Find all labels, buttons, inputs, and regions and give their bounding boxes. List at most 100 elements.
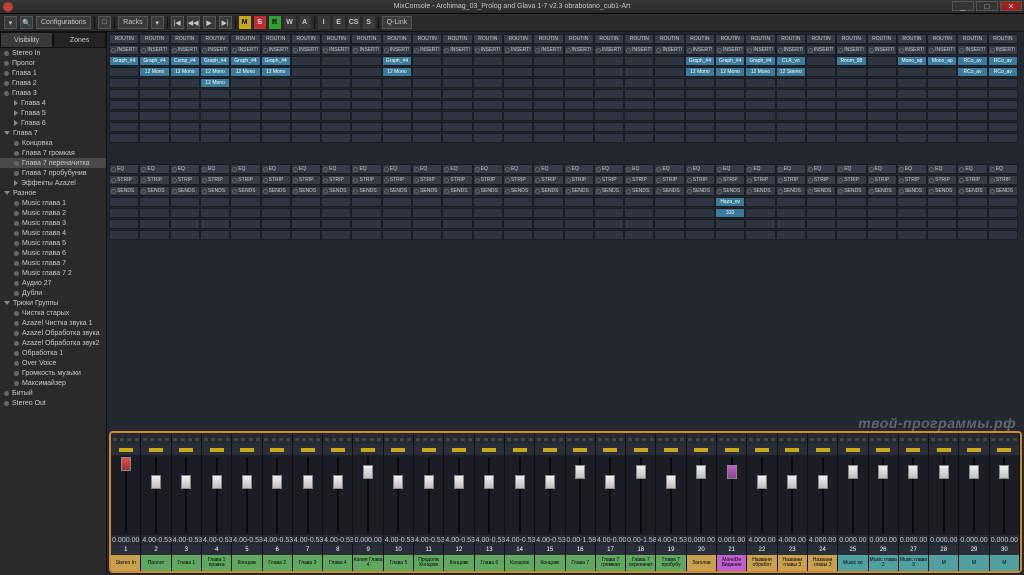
insert-slot[interactable] <box>564 67 594 77</box>
pan-control[interactable] <box>717 445 746 455</box>
search-button[interactable]: 🔍 <box>20 16 33 29</box>
channel-name[interactable]: М <box>959 555 988 571</box>
send-slot[interactable] <box>806 197 836 207</box>
inserts-header[interactable]: INSERT! <box>624 45 654 55</box>
routing-header[interactable]: ROUTIN <box>412 34 442 44</box>
insert-slot-empty[interactable] <box>594 100 624 110</box>
send-slot-empty[interactable] <box>867 219 897 229</box>
pan-control[interactable] <box>263 445 292 455</box>
inserts-header[interactable]: INSERT! <box>836 45 866 55</box>
insert-slot-empty[interactable] <box>382 89 412 99</box>
inserts-header[interactable]: INSERT! <box>867 45 897 55</box>
fader-handle[interactable] <box>818 475 828 489</box>
send-slot-empty[interactable] <box>351 219 381 229</box>
channel-name[interactable]: Music глава 3 <box>899 555 928 571</box>
insert-slot-empty[interactable] <box>564 122 594 132</box>
fader-handle[interactable] <box>181 475 191 489</box>
strip-header[interactable]: STRIP <box>533 175 563 185</box>
fader[interactable] <box>232 455 261 535</box>
eq-header[interactable]: EQ <box>442 164 472 174</box>
send-slot-empty[interactable] <box>594 219 624 229</box>
insert-slot-empty[interactable] <box>927 111 957 121</box>
channel-name[interactable]: Глава 1 <box>172 555 201 571</box>
eq-header[interactable]: EQ <box>382 164 412 174</box>
send-slot-empty[interactable] <box>139 230 169 240</box>
inserts-header[interactable]: INSERT! <box>109 45 139 55</box>
channel-name[interactable]: Music глава 2 <box>869 555 898 571</box>
pan-control[interactable] <box>111 445 140 455</box>
insert-slot[interactable]: 12 Mono <box>139 67 169 77</box>
insert-slot[interactable] <box>442 56 472 66</box>
insert-slot-empty[interactable] <box>412 111 442 121</box>
insert-slot-empty[interactable] <box>200 111 230 121</box>
fader-handle[interactable] <box>939 465 949 479</box>
insert-slot[interactable] <box>503 56 533 66</box>
send-slot-empty[interactable] <box>291 219 321 229</box>
insert-slot-empty[interactable] <box>897 111 927 121</box>
fader-handle[interactable] <box>575 465 585 479</box>
eq-header[interactable]: EQ <box>321 164 351 174</box>
eq-header[interactable]: EQ <box>139 164 169 174</box>
sends-header[interactable]: SENDS <box>806 186 836 196</box>
channel-name[interactable]: Концовк <box>505 555 534 571</box>
send-slot[interactable] <box>412 197 442 207</box>
track-item[interactable]: Azazel Обработка звук2 <box>0 338 106 348</box>
strip-header[interactable]: STRIP <box>321 175 351 185</box>
fader-handle[interactable] <box>121 457 131 471</box>
routing-header[interactable]: ROUTIN <box>836 34 866 44</box>
configurations-button[interactable]: Configurations <box>36 16 91 29</box>
channel-controls[interactable] <box>141 433 170 445</box>
send-slot-empty[interactable] <box>897 230 927 240</box>
insert-slot-empty[interactable] <box>836 122 866 132</box>
insert-slot[interactable] <box>170 78 200 88</box>
insert-slot-empty[interactable] <box>321 89 351 99</box>
channel-controls[interactable] <box>172 433 201 445</box>
strip-header[interactable]: STRIP <box>685 175 715 185</box>
send-slot-empty[interactable] <box>412 230 442 240</box>
send-slot-empty[interactable] <box>382 219 412 229</box>
insert-slot-empty[interactable] <box>109 100 139 110</box>
track-item[interactable]: Глава 4 <box>0 98 106 108</box>
sends-header[interactable]: SENDS <box>836 186 866 196</box>
send-slot-empty[interactable] <box>867 230 897 240</box>
insert-slot-empty[interactable] <box>321 111 351 121</box>
insert-slot-empty[interactable] <box>170 111 200 121</box>
send-slot[interactable] <box>139 208 169 218</box>
sends-header[interactable]: SENDS <box>291 186 321 196</box>
insert-slot-empty[interactable] <box>412 100 442 110</box>
channel-name[interactable]: Концовк <box>232 555 261 571</box>
eq-header[interactable]: EQ <box>564 164 594 174</box>
fader-handle[interactable] <box>908 465 918 479</box>
channel-name[interactable]: Глава 4 <box>323 555 352 571</box>
eq-header[interactable]: EQ <box>897 164 927 174</box>
send-slot[interactable] <box>230 197 260 207</box>
track-item[interactable]: Music глава 6 <box>0 248 106 258</box>
routing-header[interactable]: ROUTIN <box>594 34 624 44</box>
insert-slot[interactable] <box>473 67 503 77</box>
fader[interactable] <box>899 455 928 535</box>
insert-slot-empty[interactable] <box>624 89 654 99</box>
track-item[interactable]: Глава 7 <box>0 128 106 138</box>
insert-slot-empty[interactable] <box>594 122 624 132</box>
fader[interactable] <box>263 455 292 535</box>
send-slot[interactable] <box>170 197 200 207</box>
strip-header[interactable]: STRIP <box>109 175 139 185</box>
pan-control[interactable] <box>293 445 322 455</box>
insert-slot-empty[interactable] <box>776 122 806 132</box>
send-slot[interactable] <box>988 208 1018 218</box>
routing-header[interactable]: ROUTIN <box>200 34 230 44</box>
fader[interactable] <box>838 455 867 535</box>
inserts-header[interactable]: INSERT! <box>685 45 715 55</box>
insert-slot-empty[interactable] <box>715 111 745 121</box>
insert-slot-empty[interactable] <box>685 111 715 121</box>
insert-slot-empty[interactable] <box>685 122 715 132</box>
channel-controls[interactable] <box>990 433 1019 445</box>
insert-slot[interactable] <box>624 78 654 88</box>
insert-slot-empty[interactable] <box>473 89 503 99</box>
track-item[interactable]: Music глава 2 <box>0 208 106 218</box>
routing-header[interactable]: ROUTIN <box>442 34 472 44</box>
insert-slot-empty[interactable] <box>806 111 836 121</box>
insert-slot-empty[interactable] <box>261 89 291 99</box>
insert-slot-empty[interactable] <box>867 89 897 99</box>
send-slot-empty[interactable] <box>988 230 1018 240</box>
